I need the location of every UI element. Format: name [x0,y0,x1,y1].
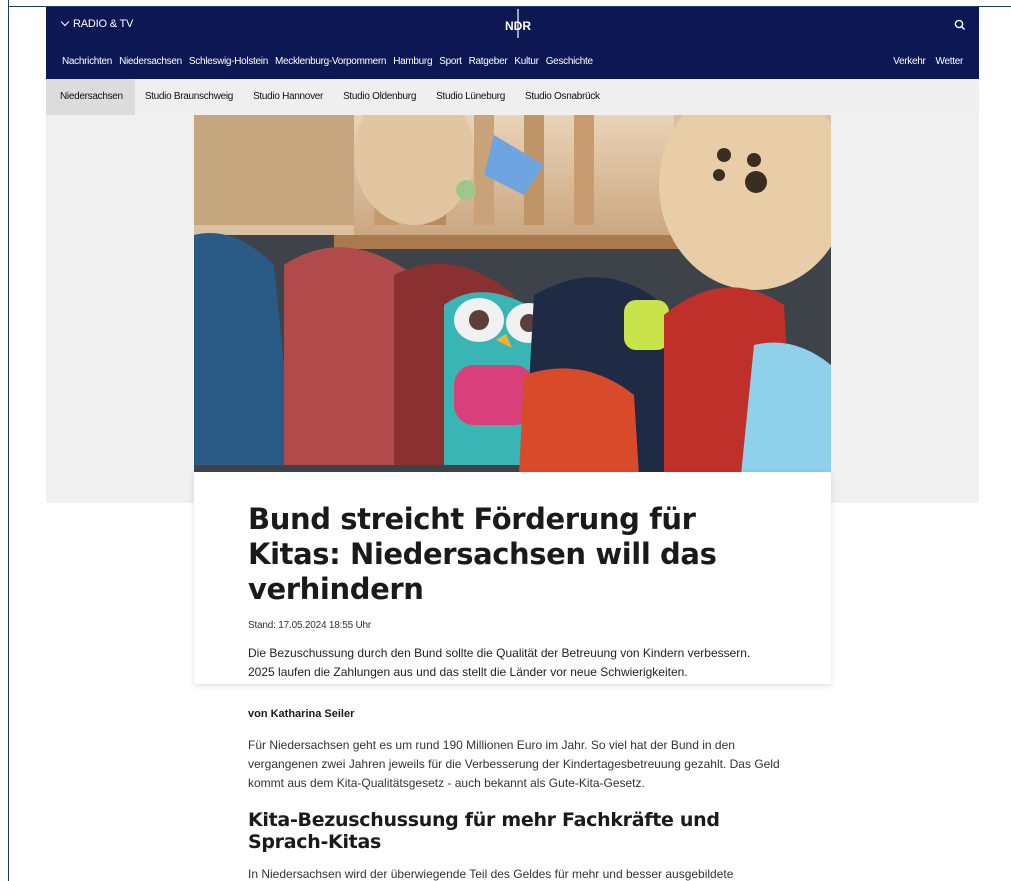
subnav-item-studio-lueneburg[interactable]: Studio Lüneburg [426,79,515,115]
main-nav-left: Nachrichten Niedersachsen Schleswig-Holste… [62,56,600,67]
subnav-item-niedersachsen[interactable]: Niedersachsen [46,79,135,115]
subnav-list: Niedersachsen Studio Braunschweig Studio H… [46,79,610,115]
subnav-item-studio-oldenburg[interactable]: Studio Oldenburg [333,79,426,115]
search-icon[interactable] [953,18,967,32]
hero-image [194,115,831,472]
main-nav-item-wetter[interactable]: Wetter [936,56,964,67]
main-nav-right: Verkehr Wetter [883,56,963,67]
article-byline: von Katharina Seiler [248,708,355,720]
main-nav-item-nachrichten[interactable]: Nachrichten [62,56,112,67]
article-paragraph: In Niedersachsen wird der überwiegende T… [248,867,734,881]
article-subheading: Kita-Bezuschussung für mehr Fachkräfte u… [248,809,720,853]
main-nav-item-mecklenburg-vorpommern[interactable]: Mecklenburg-Vorpommern [275,56,387,67]
top-bar: RADIO & TV NDR [46,7,979,44]
radio-tv-label: RADIO & TV [73,18,134,30]
ndr-logo-text: NDR [505,19,531,33]
main-navigation: Nachrichten Niedersachsen Schleswig-Holste… [46,44,979,79]
main-nav-item-geschichte[interactable]: Geschichte [546,56,593,67]
subnav-item-studio-braunschweig[interactable]: Studio Braunschweig [135,79,243,115]
main-nav-item-ratgeber[interactable]: Ratgeber [469,56,508,67]
regional-subnav: Niedersachsen Studio Braunschweig Studio H… [46,79,979,115]
main-nav-item-kultur[interactable]: Kultur [514,56,539,67]
article-timestamp: Stand: 17.05.2024 18:55 Uhr [248,620,372,631]
browser-frame-left [8,0,9,881]
main-nav-item-verkehr[interactable]: Verkehr [893,56,926,67]
site-header: RADIO & TV NDR Nachrichten Niedersachsen S… [46,7,979,115]
main-nav-item-schleswig-holstein[interactable]: Schleswig-Holstein [189,56,268,67]
chevron-down-icon [60,17,70,27]
subnav-item-studio-osnabrueck[interactable]: Studio Osnabrück [515,79,610,115]
main-nav-item-hamburg[interactable]: Hamburg [393,56,432,67]
article-body: von Katharina Seiler Für Niedersachsen g… [248,700,788,881]
article-paragraph: Für Niedersachsen geht es um rund 190 Mi… [248,738,780,790]
subnav-item-studio-hannover[interactable]: Studio Hannover [243,79,333,115]
radio-tv-menu[interactable]: RADIO & TV [60,17,134,30]
main-nav-item-niedersachsen[interactable]: Niedersachsen [119,56,182,67]
ndr-logo[interactable]: NDR [503,7,533,44]
article-title: Bund streicht Förderung für Kitas: Niede… [248,502,717,606]
article-header-card: Bund streicht Förderung für Kitas: Niede… [194,472,831,684]
article-lead: Die Bezuschussung durch den Bund sollte … [248,646,751,679]
main-nav-item-sport[interactable]: Sport [439,56,462,67]
